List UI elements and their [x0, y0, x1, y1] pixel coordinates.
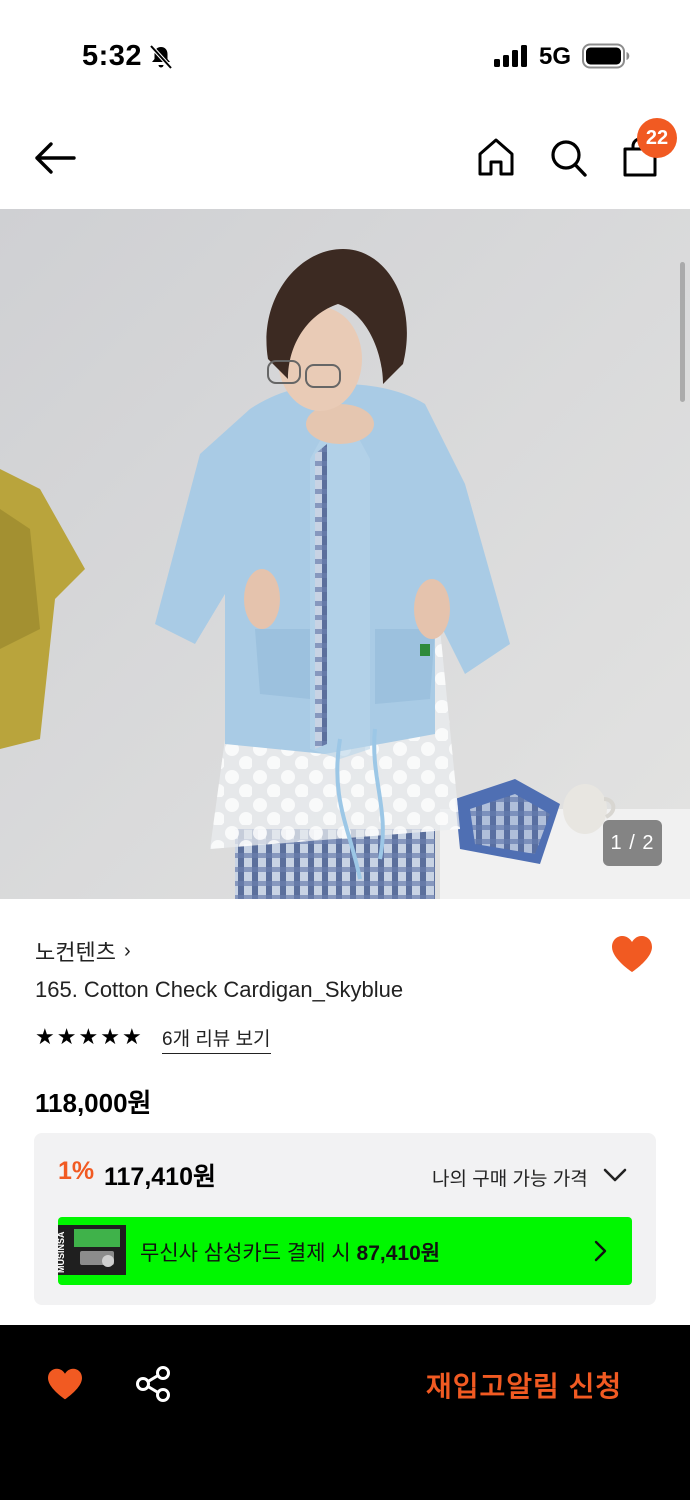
status-time: 5:32 [82, 40, 143, 72]
star-icon: ★ [56, 1024, 77, 1049]
price-benefit-panel: 1% 117,410원 나의 구매 가능 가격 MUSINSA 무신사 삼성카드… [34, 1133, 656, 1305]
musinsa-card-image: MUSINSA [58, 1225, 126, 1275]
product-photo-illustration [0, 209, 690, 899]
card-promo-prefix: 무신사 삼성카드 결제 시 [140, 1242, 357, 1265]
page-scrollbar[interactable] [680, 262, 685, 402]
product-image[interactable] [0, 209, 690, 899]
discount-price: 117,410원 [104, 1163, 216, 1191]
search-icon[interactable] [548, 136, 588, 178]
chevron-right-icon: › [123, 939, 131, 962]
rating-stars: ★ ★ ★ ★ ★ [35, 1025, 142, 1049]
signal-icon [494, 45, 527, 67]
card-promo-text: 무신사 삼성카드 결제 시 87,410원 [140, 1237, 440, 1267]
discount-percent: 1% [58, 1157, 95, 1185]
my-price-toggle-label[interactable]: 나의 구매 가능 가격 [432, 1164, 588, 1191]
chevron-down-icon[interactable] [602, 1165, 628, 1185]
star-icon: ★ [121, 1024, 142, 1049]
card-promo-price: 87,410원 [356, 1242, 441, 1265]
status-bar: 5:32 5G [0, 0, 690, 110]
cart-count-badge: 22 [637, 118, 677, 158]
product-name: 165. Cotton Check Cardigan_Skyblue [35, 977, 404, 1002]
brand-name: 노컨텐츠 [35, 940, 116, 965]
like-heart-icon[interactable] [610, 934, 654, 974]
star-icon: ★ [100, 1024, 120, 1049]
star-icon: ★ [35, 1024, 55, 1049]
bottom-action-bar: 재입고알림 신청 [0, 1325, 690, 1500]
chevron-right-icon [594, 1240, 607, 1262]
brand-link[interactable]: 노컨텐츠 › [35, 935, 131, 967]
product-price: 118,000원 [35, 1088, 152, 1118]
reviews-link[interactable]: 6개 리뷰 보기 [162, 1024, 271, 1054]
star-icon: ★ [78, 1024, 99, 1049]
image-counter: 1 / 2 [603, 820, 662, 866]
network-label: 5G [539, 43, 572, 70]
top-nav: 22 [0, 110, 690, 208]
home-icon[interactable] [476, 136, 516, 178]
back-arrow-icon[interactable] [32, 140, 78, 176]
card-promo-banner[interactable]: MUSINSA 무신사 삼성카드 결제 시 87,410원 [58, 1217, 632, 1285]
card-brand-text: MUSINSA [58, 1231, 66, 1273]
restock-alert-button[interactable]: 재입고알림 신청 [426, 1365, 622, 1405]
battery-icon [582, 43, 630, 69]
like-heart-icon[interactable] [46, 1367, 84, 1401]
share-icon[interactable] [134, 1365, 172, 1403]
bell-muted-icon [149, 44, 173, 70]
